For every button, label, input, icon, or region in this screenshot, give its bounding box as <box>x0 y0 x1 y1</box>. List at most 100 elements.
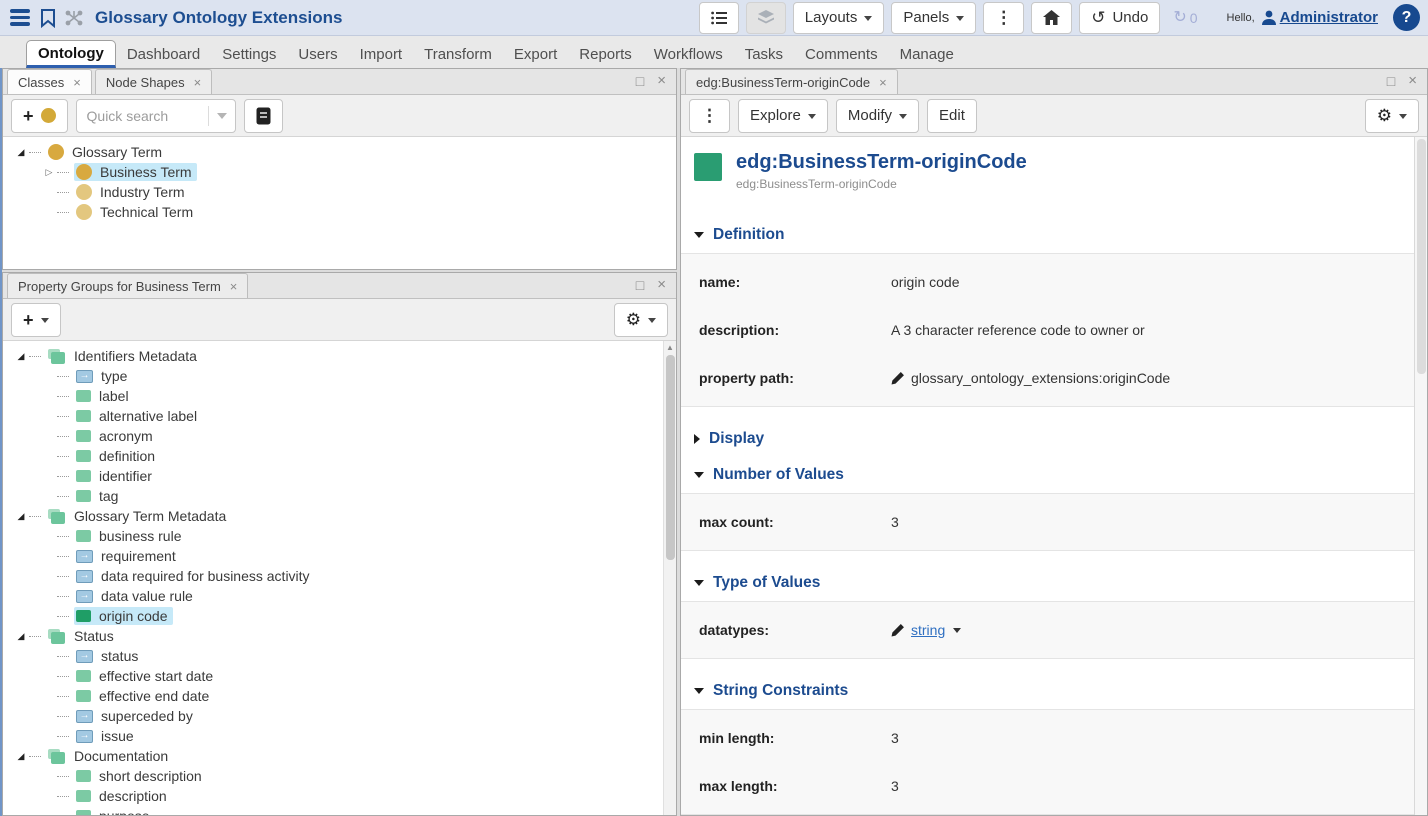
tree-item-short-description[interactable]: short description <box>7 766 661 786</box>
tab-tasks[interactable]: Tasks <box>734 42 794 68</box>
tab-reports[interactable]: Reports <box>568 42 643 68</box>
close-panel-icon[interactable] <box>657 276 666 293</box>
maximize-panel-icon[interactable] <box>636 73 644 89</box>
tree-item-status[interactable]: →status <box>7 646 661 666</box>
tree-item-glossary-term[interactable]: Glossary Term <box>7 142 674 162</box>
tree-item-identifier[interactable]: identifier <box>7 466 661 486</box>
tree-item-business-rule[interactable]: business rule <box>7 526 661 546</box>
close-icon[interactable] <box>73 75 81 90</box>
expander-icon[interactable] <box>13 512 29 521</box>
expander-icon[interactable] <box>13 752 29 761</box>
section-header-string-constraints[interactable]: String Constraints <box>681 673 1414 709</box>
tree-item-glossary-term-metadata[interactable]: Glossary Term Metadata <box>7 506 661 526</box>
selected-tree-item: Business Term <box>74 163 197 181</box>
tree-item-acronym[interactable]: acronym <box>7 426 661 446</box>
tab-users[interactable]: Users <box>287 42 348 68</box>
undo-button[interactable]: ↺ Undo <box>1079 2 1160 34</box>
tab-ontology[interactable]: Ontology <box>26 40 116 68</box>
edit-pencil-icon[interactable] <box>891 371 905 385</box>
tab-transform[interactable]: Transform <box>413 42 503 68</box>
user-menu[interactable]: Administrator <box>1262 9 1378 26</box>
maximize-panel-icon[interactable] <box>636 277 644 293</box>
tree-item-effective-start-date[interactable]: effective start date <box>7 666 661 686</box>
settings-button[interactable] <box>1365 99 1419 133</box>
tab-manage[interactable]: Manage <box>889 42 965 68</box>
tree-item-superceded-by[interactable]: →superceded by <box>7 706 661 726</box>
panels-button[interactable]: Panels <box>891 2 976 34</box>
tab-node-shapes[interactable]: Node Shapes <box>95 69 212 94</box>
tree-item-data-value-rule[interactable]: →data value rule <box>7 586 661 606</box>
tree-item-business-term[interactable]: Business Term <box>7 162 674 182</box>
chevron-down-icon[interactable] <box>209 113 235 119</box>
tree-item-requirement[interactable]: →requirement <box>7 546 661 566</box>
tree-item-issue[interactable]: →issue <box>7 726 661 746</box>
tree-item-definition[interactable]: definition <box>7 446 661 466</box>
list-view-button[interactable] <box>699 2 739 34</box>
section-header-definition[interactable]: Definition <box>681 217 1414 253</box>
layouts-button[interactable]: Layouts <box>793 2 885 34</box>
section-header-display[interactable]: Display <box>681 421 1414 457</box>
resource-options-button[interactable] <box>689 99 730 133</box>
expander-icon[interactable] <box>13 352 29 361</box>
tree-item-effective-end-date[interactable]: effective end date <box>7 686 661 706</box>
tab-workflows[interactable]: Workflows <box>643 42 734 68</box>
home-button[interactable] <box>1031 2 1072 34</box>
tab-property-groups[interactable]: Property Groups for Business Term <box>7 273 248 298</box>
redo-icon: ↻ <box>1173 10 1186 26</box>
tree-item-alternative-label[interactable]: alternative label <box>7 406 661 426</box>
tree-item-origin-code[interactable]: origin code <box>7 606 661 626</box>
tree-item-industry-term[interactable]: Industry Term <box>7 182 674 202</box>
tree-item-status[interactable]: Status <box>7 626 661 646</box>
close-panel-icon[interactable] <box>1408 72 1417 89</box>
maximize-panel-icon[interactable] <box>1387 73 1395 89</box>
section-header-type-of-values[interactable]: Type of Values <box>681 565 1414 601</box>
chevron-down-icon[interactable] <box>953 628 961 633</box>
explore-button[interactable]: Explore <box>738 99 828 133</box>
help-button[interactable]: ? <box>1393 4 1420 31</box>
tree-connector <box>57 776 69 777</box>
tab-import[interactable]: Import <box>349 42 414 68</box>
tab-resource[interactable]: edg:BusinessTerm-originCode <box>685 69 898 94</box>
tree-item-identifiers-metadata[interactable]: Identifiers Metadata <box>7 346 661 366</box>
scroll-up-icon[interactable] <box>666 341 674 352</box>
close-icon[interactable] <box>230 279 238 294</box>
tree-connector <box>57 496 69 497</box>
tree-item-type[interactable]: →type <box>7 366 661 386</box>
scrollbar-thumb[interactable] <box>666 355 675 560</box>
close-icon[interactable] <box>879 75 887 90</box>
tree-item-description[interactable]: description <box>7 786 661 806</box>
close-icon[interactable] <box>194 75 202 90</box>
tree-item-documentation[interactable]: Documentation <box>7 746 661 766</box>
tab-dashboard[interactable]: Dashboard <box>116 42 211 68</box>
tab-export[interactable]: Export <box>503 42 568 68</box>
tree-item-label[interactable]: label <box>7 386 661 406</box>
scrollbar-thumb[interactable] <box>1417 139 1426 374</box>
edit-button[interactable]: Edit <box>927 99 977 133</box>
expander-icon[interactable] <box>13 632 29 641</box>
datatype-link[interactable]: string <box>911 622 945 638</box>
tree-item-purpose[interactable]: purpose <box>7 806 661 815</box>
legend-button[interactable] <box>244 99 283 133</box>
close-panel-icon[interactable] <box>657 72 666 89</box>
redo-indicator[interactable]: ↻ 0 <box>1167 10 1203 26</box>
hamburger-menu-icon[interactable] <box>10 9 30 26</box>
expander-icon[interactable] <box>41 168 57 177</box>
modify-button[interactable]: Modify <box>836 99 919 133</box>
tab-settings[interactable]: Settings <box>211 42 287 68</box>
section-header-number-of-values[interactable]: Number of Values <box>681 457 1414 493</box>
tab-classes[interactable]: Classes <box>7 69 92 94</box>
bookmark-icon[interactable] <box>39 8 57 28</box>
tree-item-tag[interactable]: tag <box>7 486 661 506</box>
add-class-button[interactable]: + <box>11 99 68 133</box>
tree-item-data-required-for-business-activity[interactable]: →data required for business activity <box>7 566 661 586</box>
layers-button[interactable] <box>746 2 786 34</box>
graph-icon[interactable] <box>64 9 84 27</box>
expander-icon[interactable] <box>13 148 29 157</box>
edit-pencil-icon[interactable] <box>891 623 905 637</box>
quick-search-input[interactable] <box>77 108 208 124</box>
tab-comments[interactable]: Comments <box>794 42 889 68</box>
more-options-button[interactable] <box>983 2 1024 34</box>
add-property-button[interactable]: + <box>11 303 61 337</box>
tree-item-technical-term[interactable]: Technical Term <box>7 202 674 222</box>
settings-button[interactable] <box>614 303 668 337</box>
